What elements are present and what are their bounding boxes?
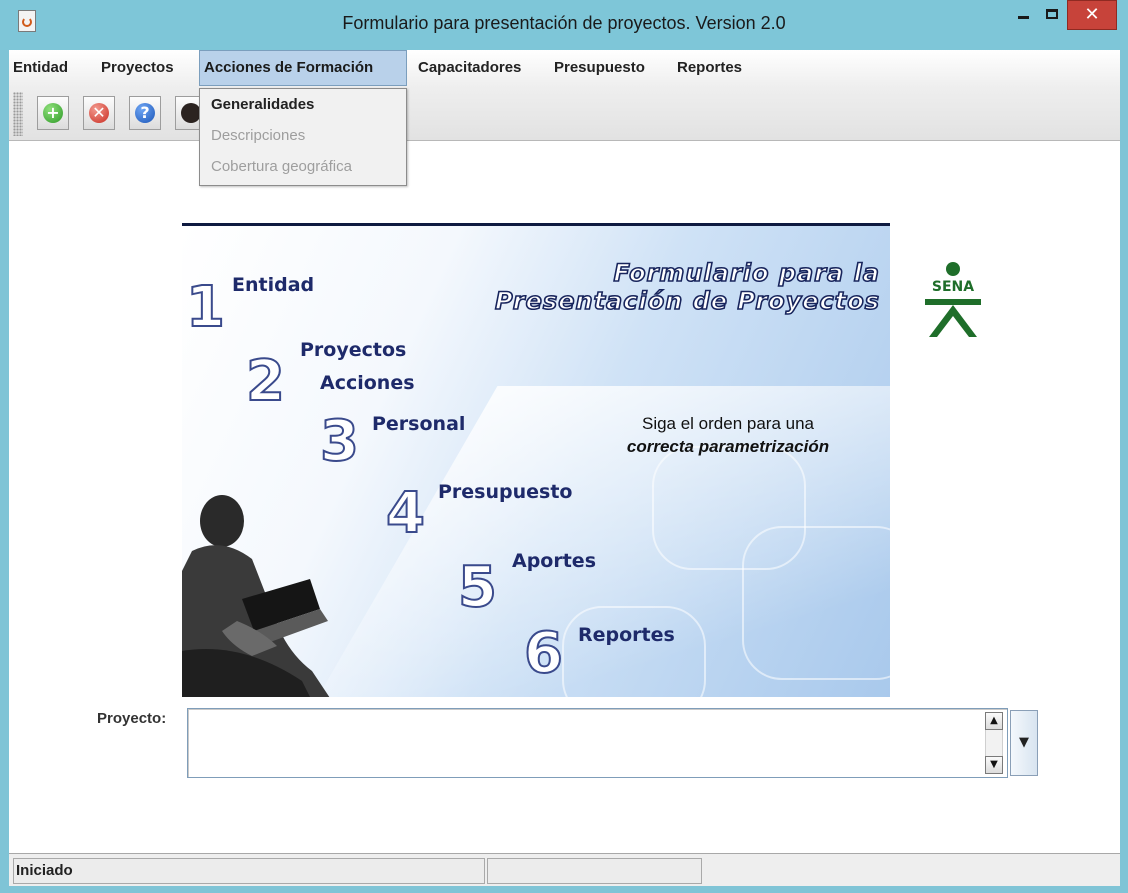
close-button[interactable]: ✕ [1067, 0, 1117, 30]
book-icon [181, 103, 201, 123]
status-cell-secondary [487, 858, 702, 884]
toolbar-grip[interactable] [13, 92, 23, 136]
step-label: Acciones [320, 372, 415, 394]
menu-item-cobertura-geografica: Cobertura geográfica [211, 158, 352, 175]
window-title: Formulario para presentación de proyecto… [342, 13, 786, 33]
instruction-line1: Siga el orden para una [641, 414, 815, 433]
status-bar: Iniciado [9, 853, 1120, 886]
delete-button[interactable]: ✕ [83, 96, 115, 130]
step-label: Entidad [232, 274, 315, 296]
welcome-banner: Formulario para la Presentación de Proye… [182, 223, 890, 697]
step-label: Proyectos [300, 339, 407, 361]
acciones-dropdown-menu: Generalidades Descripciones Cobertura ge… [199, 88, 407, 186]
puzzle-shape [562, 606, 706, 697]
close-icon: ✕ [1084, 4, 1100, 25]
step-number: 2 [245, 349, 286, 414]
proyecto-dropdown-button[interactable]: ▼ [1010, 710, 1038, 776]
sena-logo-text: SENA [932, 279, 974, 295]
maximize-button[interactable] [1040, 6, 1066, 36]
menu-presupuesto[interactable]: Presupuesto [550, 50, 649, 86]
scroll-track[interactable] [985, 730, 1003, 756]
person-with-laptop-image [182, 495, 330, 697]
scroll-down-arrow-icon[interactable]: ▼ [985, 756, 1003, 774]
scroll-up-arrow-icon[interactable]: ▲ [985, 712, 1003, 730]
minimize-icon [1018, 16, 1029, 19]
instruction-line2: correcta parametrización [626, 436, 830, 456]
step-label: Presupuesto [438, 481, 573, 503]
minimize-button[interactable] [1012, 6, 1036, 36]
puzzle-shape [742, 526, 890, 680]
banner-title-line1: Formulario para la [613, 259, 880, 288]
delete-icon: ✕ [89, 103, 109, 123]
step-number: 6 [523, 621, 564, 686]
menu-bar: Entidad Proyectos Acciones de Formación … [9, 50, 1120, 88]
step-number: 1 [185, 275, 226, 340]
status-cell-main: Iniciado [13, 858, 485, 884]
menu-item-generalidades[interactable]: Generalidades [211, 93, 314, 117]
client-area: Entidad Proyectos Acciones de Formación … [9, 50, 1120, 886]
step-number: 5 [457, 555, 498, 620]
instruction-text: Siga el orden para una correcta parametr… [588, 413, 868, 459]
menu-capacitadores[interactable]: Capacitadores [414, 50, 525, 86]
help-button[interactable]: ? [129, 96, 161, 130]
menu-entidad[interactable]: Entidad [9, 50, 72, 86]
title-bar[interactable]: Formulario para presentación de proyecto… [0, 0, 1128, 50]
banner-title-line2: Presentación de Proyectos [494, 286, 880, 315]
step-number: 3 [319, 409, 360, 474]
add-icon: + [43, 103, 63, 123]
help-icon: ? [135, 103, 155, 123]
banner-title: Formulario para la Presentación de Proye… [444, 259, 880, 315]
application-window: Formulario para presentación de proyecto… [0, 0, 1128, 893]
menu-reportes[interactable]: Reportes [673, 50, 746, 86]
step-number: 4 [385, 481, 426, 546]
step-label: Aportes [512, 550, 597, 572]
chevron-down-icon: ▼ [1019, 735, 1029, 750]
proyecto-text-area[interactable] [187, 708, 1008, 778]
toolbar: + ✕ ? [9, 88, 1120, 141]
menu-acciones-de-formacion[interactable]: Acciones de Formación [199, 50, 407, 86]
add-button[interactable]: + [37, 96, 69, 130]
step-label: Personal [372, 413, 466, 435]
proyecto-label: Proyecto: [97, 710, 167, 727]
menu-item-descripciones: Descripciones [211, 127, 306, 144]
menu-proyectos[interactable]: Proyectos [97, 50, 178, 86]
sena-logo: SENA [925, 262, 981, 337]
step-label: Reportes [578, 624, 675, 646]
maximize-icon [1046, 9, 1058, 19]
proyecto-scrollbar[interactable]: ▲ ▼ [985, 712, 1005, 774]
